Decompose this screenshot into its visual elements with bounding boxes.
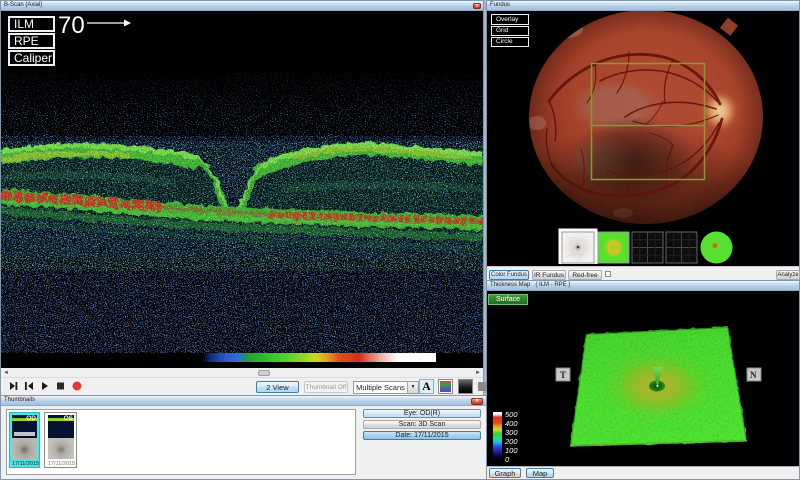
svg-text:N: N bbox=[750, 370, 757, 380]
svg-text:500: 500 bbox=[505, 410, 518, 419]
svg-text:100: 100 bbox=[505, 446, 518, 455]
svg-text:T: T bbox=[560, 370, 566, 380]
svg-text:400: 400 bbox=[505, 419, 518, 428]
svg-text:200: 200 bbox=[504, 437, 518, 446]
svg-text:0: 0 bbox=[505, 455, 510, 464]
svg-text:300: 300 bbox=[505, 428, 518, 437]
